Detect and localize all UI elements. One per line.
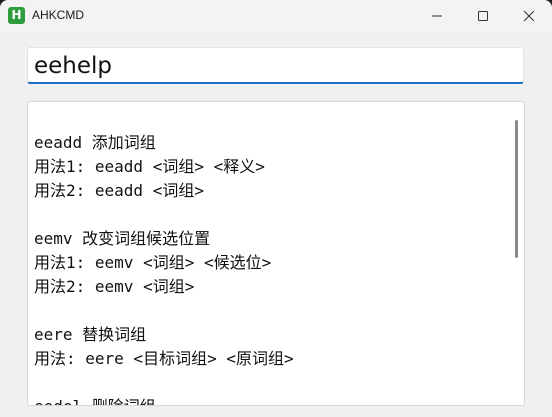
minimize-icon [432, 15, 442, 17]
output-line: 用法2: eeadd <词组> [34, 181, 204, 200]
output-line: 用法1: eeadd <词组> <释义> [34, 157, 265, 176]
output-line: 用法1: eemv <词组> <候选位> [34, 253, 272, 272]
output-line: eemv 改变词组候选位置 [34, 229, 211, 248]
output-line: eedel 删除词组 [34, 395, 294, 405]
output-line: eeadd 添加词组 [34, 133, 156, 152]
command-input[interactable]: eehelp [27, 47, 524, 84]
output-line [34, 371, 294, 395]
minimize-button[interactable] [414, 0, 460, 32]
output-panel[interactable]: eeadd 添加词组用法1: eeadd <词组> <释义> 用法2: eeadd… [27, 101, 525, 406]
title-bar[interactable]: H AHKCMD [0, 0, 552, 32]
app-icon: H [8, 7, 25, 24]
output-line [34, 203, 294, 227]
output-lines: eeadd 添加词组用法1: eeadd <词组> <释义> 用法2: eeadd… [34, 131, 294, 405]
maximize-button[interactable] [460, 0, 506, 32]
close-icon [523, 10, 535, 22]
scrollbar[interactable] [512, 110, 522, 400]
scrollbar-thumb[interactable] [515, 120, 518, 258]
output-line [34, 299, 294, 323]
window-title: AHKCMD [32, 8, 85, 22]
app-window: H AHKCMD eehelp eeadd 添加词组用法1: eeadd <词组… [0, 0, 552, 417]
output-line: eere 替换词组 [34, 325, 147, 344]
maximize-icon [478, 11, 488, 21]
close-button[interactable] [506, 0, 552, 32]
output-line: 用法: eere <目标词组> <原词组> [34, 349, 294, 368]
command-input-value: eehelp [34, 53, 113, 79]
output-line: 用法2: eemv <词组> [34, 277, 195, 296]
